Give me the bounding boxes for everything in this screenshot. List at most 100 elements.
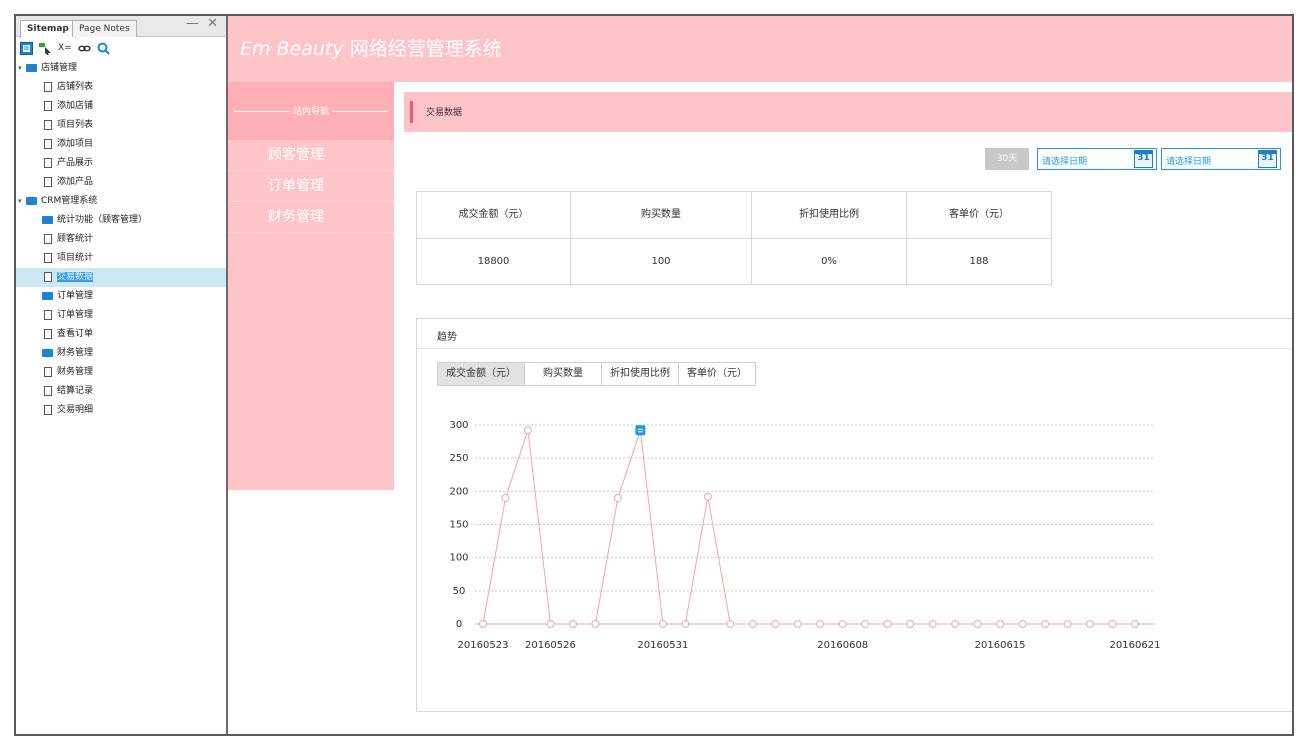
map-pointer-icon[interactable]: [39, 42, 52, 55]
sitemap-item-label: 添加项目: [57, 139, 94, 149]
data-point: [883, 620, 892, 628]
sitemap-item[interactable]: 财务管理: [16, 344, 226, 363]
tab-sitemap[interactable]: Sitemap: [20, 20, 76, 38]
sitemap-item[interactable]: 添加店铺: [16, 97, 226, 116]
sitemap-item[interactable]: 查看订单: [16, 325, 226, 344]
page-icon: [44, 253, 52, 263]
sitemap-item[interactable]: 产品展示: [16, 154, 226, 173]
data-point: [523, 426, 532, 435]
sitemap-item-label: 顾客统计: [57, 234, 94, 244]
tab-page-notes[interactable]: Page Notes: [72, 20, 137, 37]
data-point: [501, 493, 510, 502]
x-tick-label: 20160615: [975, 640, 1026, 651]
page-icon: [44, 405, 52, 415]
sitemap-item[interactable]: 项目统计: [16, 249, 226, 268]
sitemap-item[interactable]: 店铺列表: [16, 78, 226, 97]
folder-icon: [42, 349, 53, 357]
page-icon: [44, 158, 52, 168]
x-tick-label: 20160621: [1110, 640, 1161, 651]
expand-caret-icon[interactable]: ▾: [18, 192, 26, 211]
stats-header-amount: 成交金额（元）: [417, 192, 571, 238]
stats-value-discount: 0%: [752, 239, 907, 285]
data-point: [771, 620, 780, 628]
sitemap-item[interactable]: 订单管理: [16, 306, 226, 325]
stats-header-unit-price: 客单价（元）: [949, 209, 1009, 220]
link-icon[interactable]: [78, 42, 91, 55]
expand-caret-icon[interactable]: ▾: [18, 59, 26, 78]
trend-panel: 趋势 成交金额（元） 购买数量 折扣使用比例 客单价（元） 0 50 100 150 2…: [416, 318, 1292, 712]
start-date-placeholder: 请选择日期: [1042, 157, 1088, 167]
page-icon: [44, 272, 52, 282]
data-point: [1086, 620, 1095, 628]
page-view-icon[interactable]: [20, 41, 33, 55]
page-icon: [44, 120, 52, 130]
sitemap-item-label: 交易数据: [57, 272, 94, 282]
sitemap-item[interactable]: ▾ CRM管理系统: [16, 192, 226, 211]
content-area: 交易数据 30天 请选择日期 31 请选择日期 31 成交金额（元） 购买数量 …: [404, 82, 1292, 734]
y-tick-label: 50: [453, 586, 466, 597]
page-icon: [44, 101, 52, 111]
data-point: [748, 620, 757, 628]
sitemap-item[interactable]: 交易数据: [16, 268, 226, 287]
y-tick-label: 300: [449, 420, 468, 431]
sitemap-item-label: CRM管理系统: [41, 196, 98, 206]
tab-trend-quantity[interactable]: 购买数量: [525, 363, 602, 385]
sitemap-item[interactable]: 添加项目: [16, 135, 226, 154]
sitemap-item[interactable]: 订单管理: [16, 287, 226, 306]
page-icon: [44, 234, 52, 244]
sitemap-item[interactable]: 添加产品: [16, 173, 226, 192]
sitemap-item-label: 交易明细: [57, 405, 94, 415]
page-icon: [44, 310, 52, 320]
sitemap-item[interactable]: 财务管理: [16, 363, 226, 382]
tab-trend-amount[interactable]: 成交金额（元）: [438, 363, 525, 385]
start-date-input[interactable]: 请选择日期 31: [1037, 148, 1157, 170]
nav-item-finance[interactable]: 财务管理: [228, 202, 394, 233]
x-tick-label: 20160608: [817, 640, 868, 651]
data-point: [838, 620, 847, 628]
tab-trend-unit-price[interactable]: 客单价（元）: [679, 363, 755, 385]
x-tick-label: 20160526: [525, 640, 576, 651]
brand-title-en: Em Beauty: [240, 38, 344, 60]
page-icon: [44, 367, 52, 377]
sitemap-item-label: 产品展示: [57, 158, 94, 168]
calendar-icon[interactable]: 31: [1258, 150, 1277, 168]
folder-icon: [42, 216, 53, 224]
nav-heading: 站内导航: [289, 104, 333, 117]
stats-value-amount: 18800: [417, 239, 571, 285]
page-icon: [44, 177, 52, 187]
folder-icon: [42, 292, 53, 300]
folder-icon: [26, 197, 37, 205]
data-point: [793, 620, 802, 628]
search-icon[interactable]: [97, 42, 110, 55]
brand-title-cn: 网络经营管理系统: [349, 38, 502, 60]
page-icon: [44, 329, 52, 339]
sitemap-item-label: 结算记录: [57, 386, 94, 396]
panel-window-buttons[interactable]: — ✕: [186, 16, 220, 31]
data-point: [591, 620, 600, 628]
range-30-days-button[interactable]: 30天: [985, 148, 1029, 170]
data-point: [479, 620, 487, 628]
nav-item-customer[interactable]: 顾客管理: [228, 140, 394, 171]
data-point: [546, 620, 555, 628]
tab-trend-discount[interactable]: 折扣使用比例: [602, 363, 679, 385]
sitemap-item-label: 添加产品: [57, 177, 94, 187]
sitemap-item[interactable]: 结算记录: [16, 382, 226, 401]
sitemap-item[interactable]: 顾客统计: [16, 230, 226, 249]
section-title: 交易数据: [426, 108, 463, 118]
sitemap-item[interactable]: 交易明细: [16, 401, 226, 420]
sitemap-tabbar: Sitemap Page Notes — ✕: [16, 16, 226, 38]
data-point: [1018, 620, 1027, 628]
calendar-icon[interactable]: 31: [1134, 150, 1153, 168]
trend-title: 趋势: [437, 332, 457, 343]
stats-table: 成交金额（元） 购买数量 折扣使用比例 客单价（元） 18800 100 0% …: [416, 191, 1052, 285]
sitemap-item[interactable]: 项目列表: [16, 116, 226, 135]
data-point: [658, 620, 667, 628]
sitemap-item[interactable]: 统计功能（顾客管理）: [16, 211, 226, 230]
sitemap-item-label: 店铺列表: [57, 82, 94, 92]
end-date-input[interactable]: 请选择日期 31: [1161, 148, 1281, 170]
variables-label[interactable]: X=: [58, 43, 72, 53]
nav-item-orders[interactable]: 订单管理: [228, 171, 394, 202]
y-tick-label: 200: [449, 486, 468, 497]
folder-icon: [26, 64, 37, 72]
sitemap-item[interactable]: ▾ 店铺管理: [16, 59, 226, 78]
